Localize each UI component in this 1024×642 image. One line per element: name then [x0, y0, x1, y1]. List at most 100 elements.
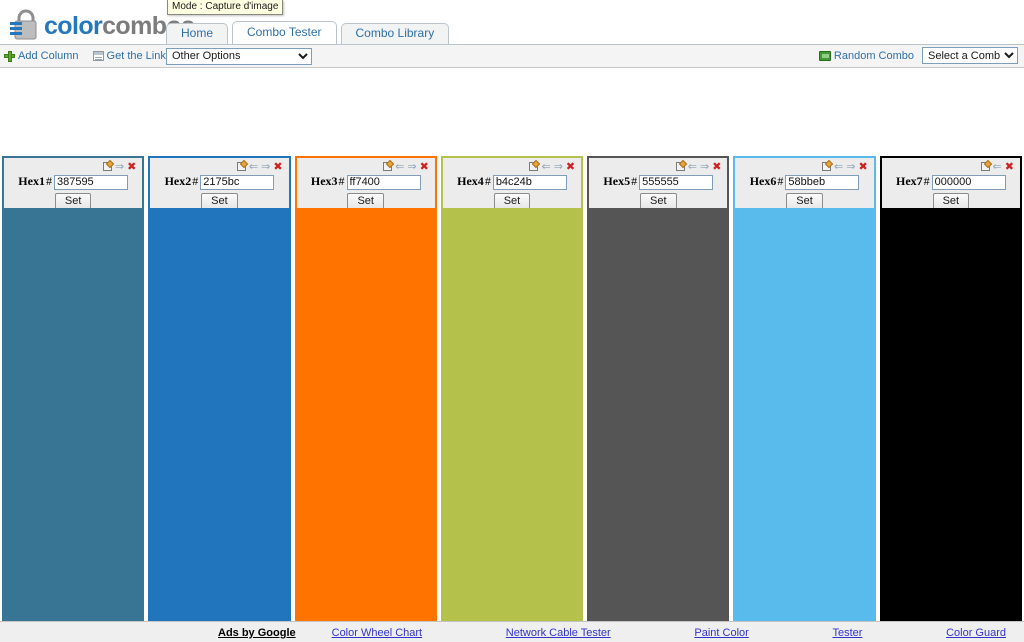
- ad-placeholder-area: [0, 68, 1024, 156]
- move-right-icon[interactable]: ⇒: [554, 161, 563, 172]
- hex-hash: #: [338, 174, 345, 188]
- move-right-icon[interactable]: ⇒: [846, 161, 855, 172]
- footer-link-network-cable-tester[interactable]: Network Cable Tester: [506, 627, 611, 639]
- footer-link-group: Color Wheel Chart Network Cable Tester P…: [296, 627, 1024, 639]
- column-header: ⇐ ⇒ ✖ Hex6# Set: [733, 156, 876, 210]
- hex-field-row: Hex1#: [8, 174, 138, 190]
- hex-label: Hex5: [603, 174, 631, 188]
- edit-icon[interactable]: [822, 162, 832, 171]
- move-left-icon[interactable]: ⇐: [688, 161, 697, 172]
- hex-input[interactable]: [53, 174, 128, 190]
- hex-hash: #: [777, 174, 784, 188]
- hex-hash: #: [631, 174, 638, 188]
- tab-home[interactable]: Home: [166, 23, 229, 44]
- page-icon: [92, 51, 104, 61]
- column-icon-group: ⇐ ✖: [886, 161, 1016, 172]
- move-right-icon[interactable]: ⇒: [407, 161, 416, 172]
- column-icon-group: ⇒ ✖: [8, 161, 138, 172]
- color-swatch[interactable]: [879, 208, 1022, 621]
- footer-link-color-guard[interactable]: Color Guard: [946, 627, 1006, 639]
- hex-input[interactable]: [931, 174, 1006, 190]
- hex-hash: #: [484, 174, 491, 188]
- delete-icon[interactable]: ✖: [273, 161, 282, 172]
- select-a-combo-select[interactable]: Select a Combo: [922, 47, 1018, 64]
- delete-icon[interactable]: ✖: [127, 161, 136, 172]
- hex-field-row: Hex2#: [154, 174, 284, 190]
- tab-combo-tester[interactable]: Combo Tester: [232, 21, 337, 44]
- add-column-label: Add Column: [18, 50, 79, 62]
- footer-link-color-wheel-chart[interactable]: Color Wheel Chart: [332, 627, 422, 639]
- get-the-link-label: Get the Link: [106, 50, 166, 62]
- delete-icon[interactable]: ✖: [566, 161, 575, 172]
- hex-hash: #: [192, 174, 199, 188]
- move-left-icon[interactable]: ⇐: [541, 161, 550, 172]
- color-swatch[interactable]: [2, 208, 145, 621]
- delete-icon[interactable]: ✖: [712, 161, 721, 172]
- ads-by-google-label[interactable]: Ads by Google: [218, 627, 296, 639]
- add-column-button[interactable]: Add Column: [4, 50, 79, 62]
- other-options-select[interactable]: Other Options: [166, 47, 312, 65]
- color-column: ⇐ ⇒ ✖ Hex4# Set: [440, 156, 584, 621]
- column-header: ⇐ ✖ Hex7# Set: [879, 156, 1022, 210]
- hex-field-row: Hex5#: [593, 174, 723, 190]
- column-icon-group: ⇐ ⇒ ✖: [593, 161, 723, 172]
- footer-link-tester[interactable]: Tester: [832, 627, 862, 639]
- page-root: Mode : Capture d'image colorcombos .com …: [0, 0, 1024, 642]
- move-left-icon[interactable]: ⇐: [993, 161, 1002, 172]
- edit-icon[interactable]: [236, 162, 246, 171]
- tab-combo-library[interactable]: Combo Library: [340, 23, 450, 44]
- padlock-icon: [8, 8, 42, 42]
- column-icon-group: ⇐ ⇒ ✖: [301, 161, 431, 172]
- main-tabs: Home Combo Tester Combo Library: [166, 21, 453, 44]
- toolbar: Add Column Get the Link Other Options Ra…: [0, 45, 1024, 68]
- column-icon-group: ⇐ ⇒ ✖: [739, 161, 869, 172]
- color-column: ⇐ ⇒ ✖ Hex3# Set: [294, 156, 437, 621]
- footer-ads-bar: Ads by Google Color Wheel Chart Network …: [0, 621, 1024, 642]
- hex-input[interactable]: [785, 174, 860, 190]
- edit-icon[interactable]: [383, 162, 393, 171]
- color-column: ⇐ ✖ Hex7# Set: [879, 156, 1022, 621]
- hex-input[interactable]: [492, 174, 567, 190]
- get-the-link-button[interactable]: Get the Link: [92, 50, 166, 62]
- delete-icon[interactable]: ✖: [858, 161, 867, 172]
- hex-label: Hex3: [310, 174, 338, 188]
- footer-link-paint-color[interactable]: Paint Color: [694, 627, 748, 639]
- hex-field-row: Hex3#: [301, 174, 431, 190]
- move-right-icon[interactable]: ⇒: [115, 161, 124, 172]
- delete-icon[interactable]: ✖: [420, 161, 429, 172]
- move-left-icon[interactable]: ⇐: [395, 161, 404, 172]
- hex-input[interactable]: [200, 174, 275, 190]
- color-swatch[interactable]: [440, 208, 584, 621]
- move-right-icon[interactable]: ⇒: [700, 161, 709, 172]
- plus-icon: [4, 50, 15, 62]
- random-icon: [818, 50, 831, 61]
- hex-input[interactable]: [346, 174, 421, 190]
- hex-label: Hex6: [749, 174, 777, 188]
- move-right-icon[interactable]: ⇒: [261, 161, 270, 172]
- color-swatch[interactable]: [587, 208, 730, 621]
- color-column: ⇒ ✖ Hex1# Set: [2, 156, 145, 621]
- hex-field-row: Hex4#: [447, 174, 577, 190]
- toolbar-right-group: Random Combo Select a Combo: [818, 47, 1018, 64]
- column-header: ⇐ ⇒ ✖ Hex2# Set: [148, 156, 291, 210]
- edit-icon[interactable]: [675, 162, 685, 171]
- move-left-icon[interactable]: ⇐: [834, 161, 843, 172]
- edit-icon[interactable]: [102, 162, 112, 171]
- site-header: colorcombos .com Home Combo Tester Combo…: [0, 0, 1024, 45]
- move-left-icon[interactable]: ⇐: [249, 161, 258, 172]
- color-columns: ⇒ ✖ Hex1# Set ⇐ ⇒ ✖: [0, 156, 1024, 621]
- capture-mode-tooltip: Mode : Capture d'image: [167, 0, 284, 15]
- hex-input[interactable]: [639, 174, 714, 190]
- column-header: ⇐ ⇒ ✖ Hex5# Set: [587, 156, 730, 210]
- color-swatch[interactable]: [733, 208, 876, 621]
- delete-icon[interactable]: ✖: [1005, 161, 1014, 172]
- random-combo-button[interactable]: Random Combo: [818, 50, 914, 62]
- color-swatch[interactable]: [148, 208, 291, 621]
- column-header: ⇐ ⇒ ✖ Hex3# Set: [294, 156, 437, 210]
- edit-icon[interactable]: [980, 162, 990, 171]
- color-swatch[interactable]: [294, 208, 437, 621]
- hex-label: Hex1: [18, 174, 45, 188]
- logo-word-color: color: [44, 12, 103, 40]
- hex-field-row: Hex7#: [886, 174, 1016, 190]
- edit-icon[interactable]: [529, 162, 539, 171]
